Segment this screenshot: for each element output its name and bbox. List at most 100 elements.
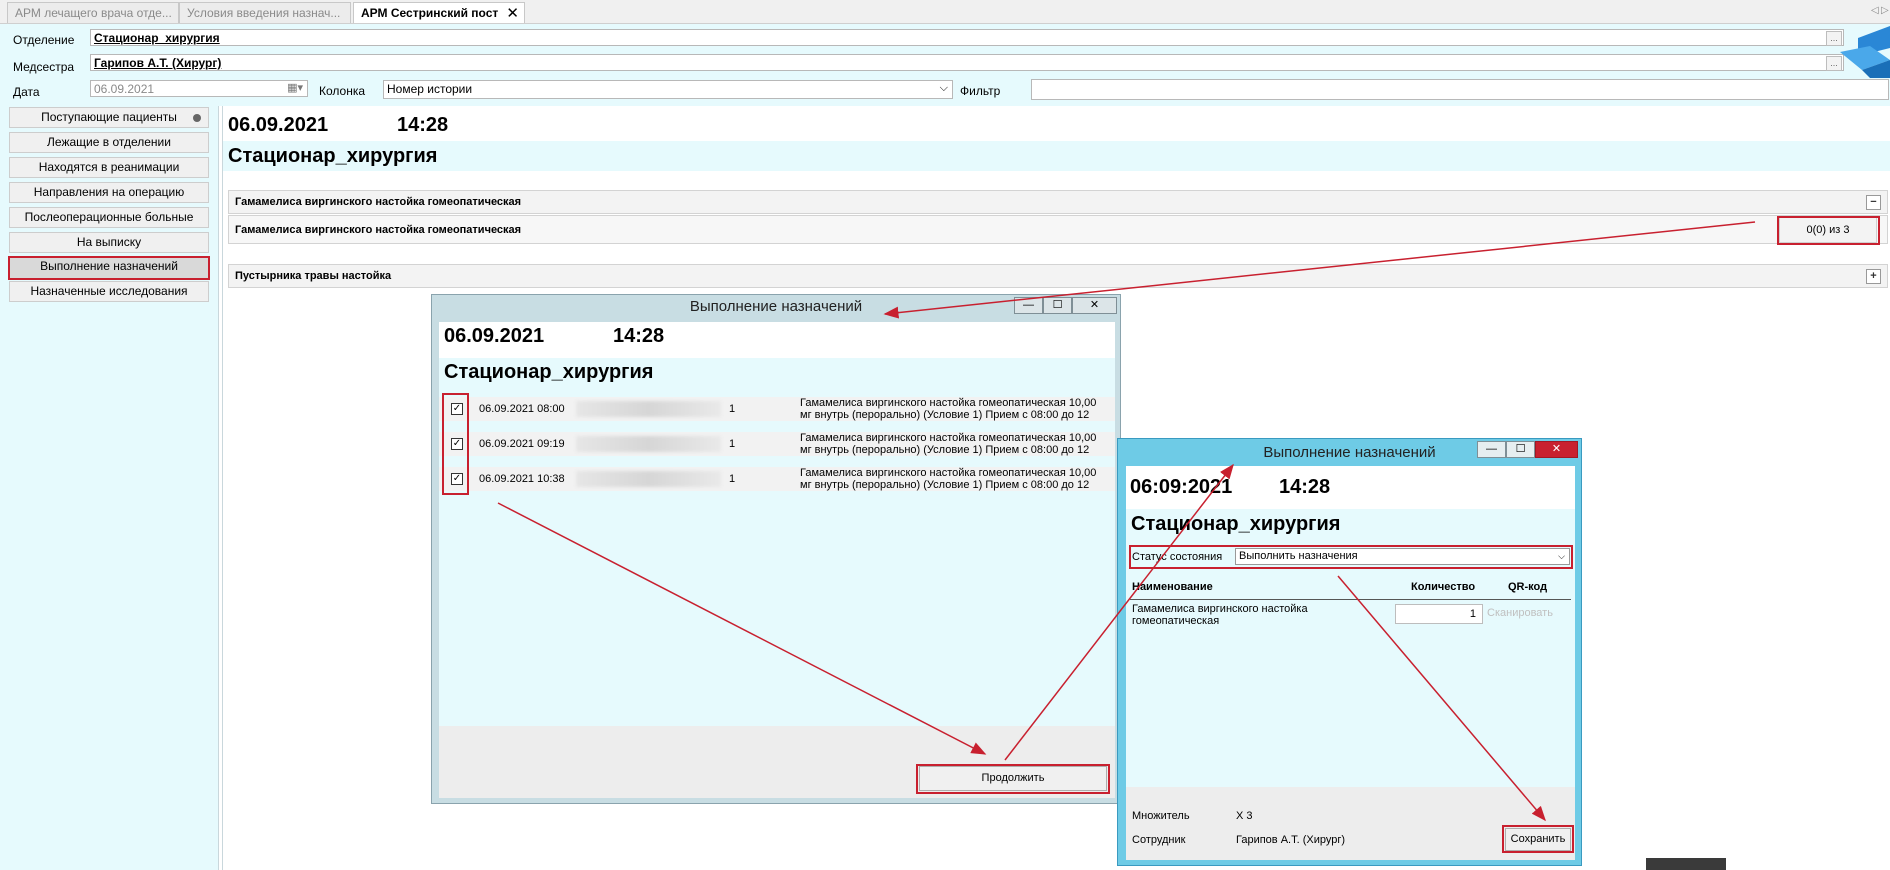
row-datetime: 06.09.2021 10:38	[479, 473, 565, 485]
filter-input[interactable]	[1031, 79, 1889, 100]
column-select[interactable]: Номер истории ⌵	[383, 80, 953, 99]
nav-label: На выписку	[76, 235, 142, 249]
close-button[interactable]: ✕	[1072, 297, 1117, 314]
close-tab-icon[interactable]: ✕	[506, 4, 519, 22]
minimize-button[interactable]: —	[1477, 441, 1506, 458]
row-description-2: мг внутрь (перорально) (Условие 1) Прием…	[800, 409, 1090, 421]
collapse-icon[interactable]: −	[1866, 195, 1881, 210]
row-quantity: 1	[729, 403, 736, 415]
department-label: Отделение	[13, 33, 75, 47]
multiplier-value: X 3	[1236, 810, 1253, 822]
highlight-box	[1129, 545, 1573, 569]
column-value: Номер истории	[387, 82, 473, 96]
tab-scroll-right-icon[interactable]: ▷	[1881, 5, 1889, 16]
item-name-line-1: Гамамелиса виргинского настойка	[1132, 603, 1308, 615]
highlight-box	[1502, 825, 1574, 853]
row-datetime: 06.09.2021 09:19	[479, 438, 565, 450]
nurse-label: Медсестра	[13, 60, 75, 74]
column-header-name: Наименование	[1132, 581, 1213, 593]
chevron-down-icon: ⌵	[939, 82, 948, 94]
dialog-content-area	[1126, 539, 1575, 787]
dialog-department-title: Стационар_хирургия	[439, 358, 1115, 387]
nav-label: Назначенные исследования	[30, 284, 188, 298]
column-label: Колонка	[319, 84, 366, 98]
nav-label: Находятся в реанимации	[38, 160, 180, 174]
filter-label: Фильтр	[960, 84, 1001, 98]
nav-label: Лежащие в отделении	[47, 135, 171, 149]
row-description-2: мг внутрь (перорально) (Условие 1) Прием…	[800, 444, 1090, 456]
dialog-body: 06:09:2021 14:28 Стационар_хирургия Стат…	[1126, 466, 1575, 860]
nav-discharge[interactable]: На выписку	[9, 232, 209, 253]
date-value: 06.09.2021	[94, 82, 155, 96]
dialog-date: 06.09.2021	[444, 325, 545, 347]
expand-icon[interactable]: +	[1866, 269, 1881, 284]
main-time: 14:28	[397, 114, 449, 136]
group-row[interactable]: Гамамелиса виргинского настойка гомеопат…	[228, 215, 1888, 244]
dialog-time: 14:28	[613, 325, 665, 347]
nav-surgery-referrals[interactable]: Направления на операцию	[9, 182, 209, 203]
tab-strip: АРМ лечащего врача отде... Условия введе…	[0, 0, 1890, 24]
nav-incoming-patients[interactable]: Поступающие пациенты	[9, 107, 209, 128]
dialog-date: 06:09:2021	[1130, 476, 1233, 498]
nav-label: Направления на операцию	[33, 185, 185, 199]
tab-label: АРМ лечащего врача отде...	[15, 6, 172, 20]
minimize-button[interactable]: —	[1014, 297, 1043, 314]
nav-in-icu[interactable]: Находятся в реанимации	[9, 157, 209, 178]
department-field[interactable]: Стационар_хирургия	[90, 29, 1844, 46]
employee-label: Сотрудник	[1132, 834, 1186, 846]
highlight-box	[442, 393, 469, 495]
tab-administration-conditions[interactable]: Условия введения назнач...	[179, 2, 351, 23]
nav-assigned-studies[interactable]: Назначенные исследования	[9, 281, 209, 302]
dialog-prescriptions-select: Выполнение назначений — ☐ ✕ 06.09.2021 1…	[431, 294, 1121, 804]
item-name-line-2: гомеопатическая	[1132, 615, 1220, 627]
table-row[interactable]: ✓ 06.09.2021 09:19 1 Гамамелиса виргинск…	[439, 432, 1115, 456]
group-title: Пустырника травы настойка	[235, 270, 392, 282]
maximize-button[interactable]: ☐	[1043, 297, 1072, 314]
status-dot-icon	[193, 114, 201, 122]
table-row[interactable]: ✓ 06.09.2021 08:00 1 Гамамелиса виргинск…	[439, 397, 1115, 421]
app-logo-icon	[1840, 26, 1890, 78]
taskbar-fragment	[1646, 858, 1726, 870]
group-title: Гамамелиса виргинского настойка гомеопат…	[235, 196, 522, 208]
date-label: Дата	[13, 85, 40, 99]
table-row[interactable]: ✓ 06.09.2021 10:38 1 Гамамелиса виргинск…	[439, 467, 1115, 491]
date-field[interactable]: 06.09.2021 ▦▾	[90, 80, 308, 97]
row-description-2: мг внутрь (перорально) (Условие 1) Прием…	[800, 479, 1090, 491]
quantity-input[interactable]: 1	[1395, 604, 1483, 624]
row-description-1: Гамамелиса виргинского настойка гомеопат…	[800, 432, 1097, 444]
main-department-title: Стационар_хирургия	[223, 141, 1890, 171]
nav-postoperative[interactable]: Послеоперационные больные	[9, 207, 209, 228]
tab-label: АРМ Сестринский пост	[361, 6, 499, 20]
nurse-field[interactable]: Гарипов А.Т. (Хирург)	[90, 54, 1844, 71]
nav-in-department[interactable]: Лежащие в отделении	[9, 132, 209, 153]
scan-button[interactable]: Сканировать	[1487, 607, 1553, 619]
row-datetime: 06.09.2021 08:00	[479, 403, 565, 415]
close-button[interactable]: ✕	[1535, 441, 1578, 458]
redacted-field	[576, 401, 721, 417]
dialog-department-title: Стационар_хирургия	[1126, 509, 1575, 539]
calendar-icon[interactable]: ▦▾	[287, 81, 303, 94]
tab-attending-physician[interactable]: АРМ лечащего врача отде...	[7, 2, 179, 23]
nav-label: Послеоперационные больные	[24, 210, 194, 224]
highlight-box	[1777, 216, 1880, 245]
employee-value: Гарипов А.Т. (Хирург)	[1236, 834, 1346, 846]
row-description-1: Гамамелиса виргинского настойка гомеопат…	[800, 467, 1097, 479]
dialog-prescriptions-confirm: Выполнение назначений — ☐ ✕ 06:09:2021 1…	[1117, 438, 1582, 866]
nav-label: Поступающие пациенты	[41, 110, 177, 124]
header-form: Отделение Стационар_хирургия ... Медсест…	[0, 24, 1890, 106]
left-nav-panel: Поступающие пациенты Лежащие в отделении…	[0, 106, 219, 870]
row-description-1: Гамамелиса виргинского настойка гомеопат…	[800, 397, 1097, 409]
column-header-qr: QR-код	[1508, 581, 1548, 593]
maximize-button[interactable]: ☐	[1506, 441, 1535, 458]
redacted-field	[576, 471, 721, 487]
group-header[interactable]: Пустырника травы настойка +	[228, 264, 1888, 288]
nav-prescriptions-execution[interactable]: Выполнение назначений	[8, 256, 210, 280]
nav-label: Выполнение назначений	[40, 259, 178, 273]
group-header[interactable]: Гамамелиса виргинского настойка гомеопат…	[228, 190, 1888, 214]
divider	[1130, 599, 1571, 600]
row-quantity: 1	[729, 438, 736, 450]
highlight-box	[916, 764, 1110, 794]
tab-scroll-left-icon[interactable]: ◁	[1871, 5, 1879, 16]
tab-nurse-post[interactable]: АРМ Сестринский пост ✕	[353, 2, 525, 23]
dialog-body: 06.09.2021 14:28 Стационар_хирургия ✓ 06…	[439, 322, 1115, 798]
